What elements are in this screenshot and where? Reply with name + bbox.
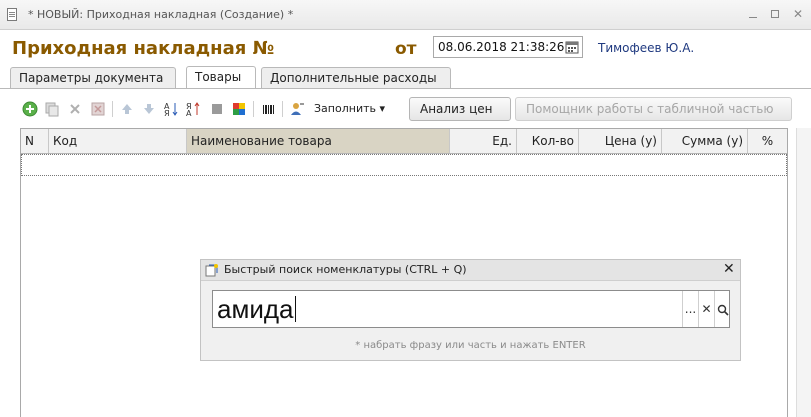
date-field[interactable]: 08.06.2018 21:38:26	[433, 36, 583, 58]
tab-goods[interactable]: Товары	[186, 66, 256, 89]
col-header-price[interactable]: Цена (у)	[579, 129, 662, 153]
color-blocks-icon[interactable]	[231, 101, 247, 117]
sort-desc-icon[interactable]: ЯA	[185, 101, 201, 118]
mark-delete-icon[interactable]	[90, 101, 106, 117]
svg-text:A: A	[186, 109, 192, 117]
document-icon	[7, 8, 17, 21]
quick-search-header: Быстрый поиск номенклатуры (CTRL + Q) ✕	[201, 260, 740, 281]
add-icon[interactable]	[22, 101, 38, 117]
svg-text:Я: Я	[164, 109, 170, 117]
delete-icon[interactable]	[67, 101, 83, 117]
clear-icon[interactable]: ✕	[698, 291, 714, 327]
move-up-icon[interactable]	[119, 101, 135, 117]
col-header-sum[interactable]: Сумма (у)	[662, 129, 748, 153]
window-title: * НОВЫЙ: Приходная накладная (Создание) …	[28, 8, 294, 21]
window-titlebar: * НОВЫЙ: Приходная накладная (Создание) …	[0, 0, 811, 30]
quick-search-value: амида	[217, 294, 294, 324]
maximize-icon[interactable]	[768, 7, 782, 21]
sort-asc-icon[interactable]: AЯ	[163, 101, 179, 118]
text-caret	[294, 296, 296, 322]
quick-search-panel: Быстрый поиск номенклатуры (CTRL + Q) ✕ …	[200, 259, 741, 361]
author-name[interactable]: Тимофеев Ю.А.	[598, 41, 694, 55]
search-icon[interactable]	[714, 291, 730, 327]
date-label: от	[395, 39, 417, 59]
table-toolbar: AЯ ЯA Заполнить ▾ Анализ цен Помощник ра…	[16, 97, 806, 123]
col-header-name[interactable]: Наименование товара	[187, 129, 450, 153]
fill-label: Заполнить	[314, 102, 376, 115]
col-header-n[interactable]: N	[21, 129, 49, 153]
date-value: 08.06.2018 21:38:26	[438, 40, 565, 54]
quick-search-hint: * набрать фразу или часть и нажать ENTER	[355, 340, 586, 351]
tab-divider	[0, 88, 811, 89]
select-button[interactable]: ...	[682, 291, 698, 327]
table-helper-button[interactable]: Помощник работы с табличной частью	[515, 97, 792, 121]
user-select-icon[interactable]	[289, 101, 305, 117]
price-analysis-button[interactable]: Анализ цен	[409, 97, 511, 121]
toolbar-separator	[282, 101, 283, 117]
table-row[interactable]	[21, 154, 787, 176]
scrollbar[interactable]	[796, 128, 811, 417]
tab-extra-expenses[interactable]: Дополнительные расходы	[261, 67, 451, 88]
quick-search-title: Быстрый поиск номенклатуры (CTRL + Q)	[224, 263, 467, 276]
toolbar-separator	[253, 101, 254, 117]
barcode-icon[interactable]	[261, 101, 277, 117]
tab-document-params[interactable]: Параметры документа	[10, 67, 176, 88]
close-icon[interactable]: ✕	[791, 7, 805, 21]
minimize-icon[interactable]	[746, 7, 760, 21]
toolbar-separator	[112, 101, 113, 117]
quick-search-input[interactable]: амида ... ✕	[212, 290, 730, 328]
col-header-code[interactable]: Код	[49, 129, 187, 153]
copy-icon[interactable]	[44, 101, 60, 117]
page-title: Приходная накладная №	[12, 38, 275, 59]
col-header-percent[interactable]: %	[748, 129, 787, 153]
quick-search-icon	[205, 263, 219, 277]
fill-dropdown-button[interactable]: Заполнить ▾	[314, 102, 385, 115]
col-header-qty[interactable]: Кол-во	[517, 129, 579, 153]
gray-square-icon[interactable]	[209, 101, 225, 117]
move-down-icon[interactable]	[141, 101, 157, 117]
chevron-down-icon: ▾	[379, 102, 386, 115]
calendar-icon[interactable]	[563, 38, 581, 56]
close-icon[interactable]: ✕	[723, 262, 735, 277]
col-header-unit[interactable]: Ед.	[450, 129, 517, 153]
table-header: N Код Наименование товара Ед. Кол-во Цен…	[21, 129, 787, 154]
